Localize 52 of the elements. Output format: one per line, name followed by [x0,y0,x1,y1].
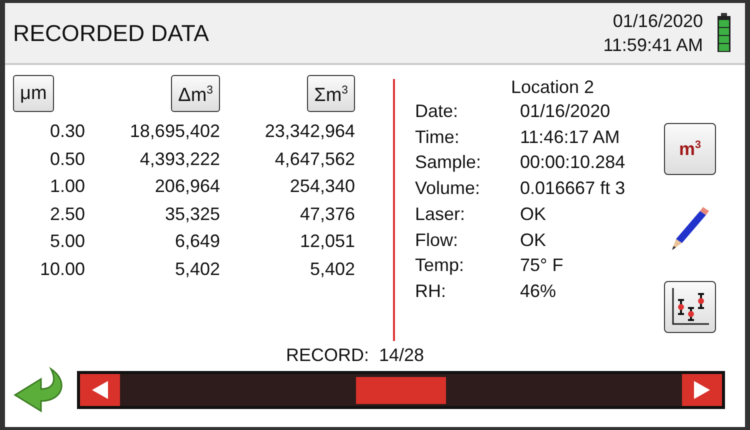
table-cell-text: 10.00 [38,258,85,281]
pencil-icon[interactable] [670,205,710,251]
table-cell-text: 5.00 [48,230,85,254]
location-title: Location 2 [510,76,596,99]
date-text: 01/16/2020 [612,10,703,33]
next-button[interactable] [682,374,722,406]
table-cell-text: 12,051 [298,230,355,254]
table-cell-text: 0.30 [48,120,85,144]
battery-icon [717,13,731,53]
column-header-button[interactable]: Σm$^{3}$ [307,75,355,112]
table-cell-text: 206,964 [154,175,220,198]
table-cell-text: 2.50 [48,202,85,226]
field-value: 00:00:10.284 [520,151,626,174]
field-value: OK [520,202,548,226]
left-triangle-icon [92,381,108,399]
table-cell-text: 23,342,964 [264,120,355,144]
time-text: 11:59:41 AM [603,34,703,57]
field-label: Flow: [415,228,460,252]
column-header-button[interactable]: Δm$^{3}$ [171,75,220,112]
table-cell-text: 5,402 [308,258,355,281]
field-value: 0.016667 ft 3 [520,177,626,200]
field-value: 46% [520,280,558,303]
field-label: Volume: [415,177,482,200]
field-label: Time: [415,126,460,149]
scrollbar[interactable] [77,371,725,409]
field-label: Sample: [415,151,482,174]
previous-button[interactable] [80,374,120,406]
field-label: RH: [415,280,447,303]
right-triangle-icon [694,381,710,399]
column-header-button[interactable]: μm [13,75,54,112]
field-value: 11:46:17 AM [520,126,621,149]
screen-title: RECORDED DATA [13,20,210,46]
field-label: Temp: [415,254,466,278]
table-cell-text: 1.00 [48,175,85,198]
table-cell-text: 18,695,402 [128,120,220,144]
record-counter: RECORD: 14/28 [284,344,426,367]
table-cell-text: 0.50 [48,148,85,171]
table-cell-text: 254,340 [288,175,355,198]
table-cell-text: 4,393,222 [138,148,220,171]
scroll-thumb[interactable] [356,376,446,404]
field-value: 75° F [520,254,564,278]
table-cell-text: 6,649 [174,230,220,254]
chart-button[interactable] [664,281,716,333]
field-label: Date: [415,100,460,123]
field-value: OK [520,228,548,252]
table-cell-text: 35,325 [164,202,220,226]
field-label: Laser: [415,202,466,226]
field-value: 01/16/2020 [520,100,612,123]
table-cell-text: 4,647,562 [274,148,355,171]
table-cell-text: 47,376 [298,202,355,226]
unit-button[interactable]: m$^{3}$ [664,123,716,175]
table-cell-text: 5,402 [174,258,220,281]
